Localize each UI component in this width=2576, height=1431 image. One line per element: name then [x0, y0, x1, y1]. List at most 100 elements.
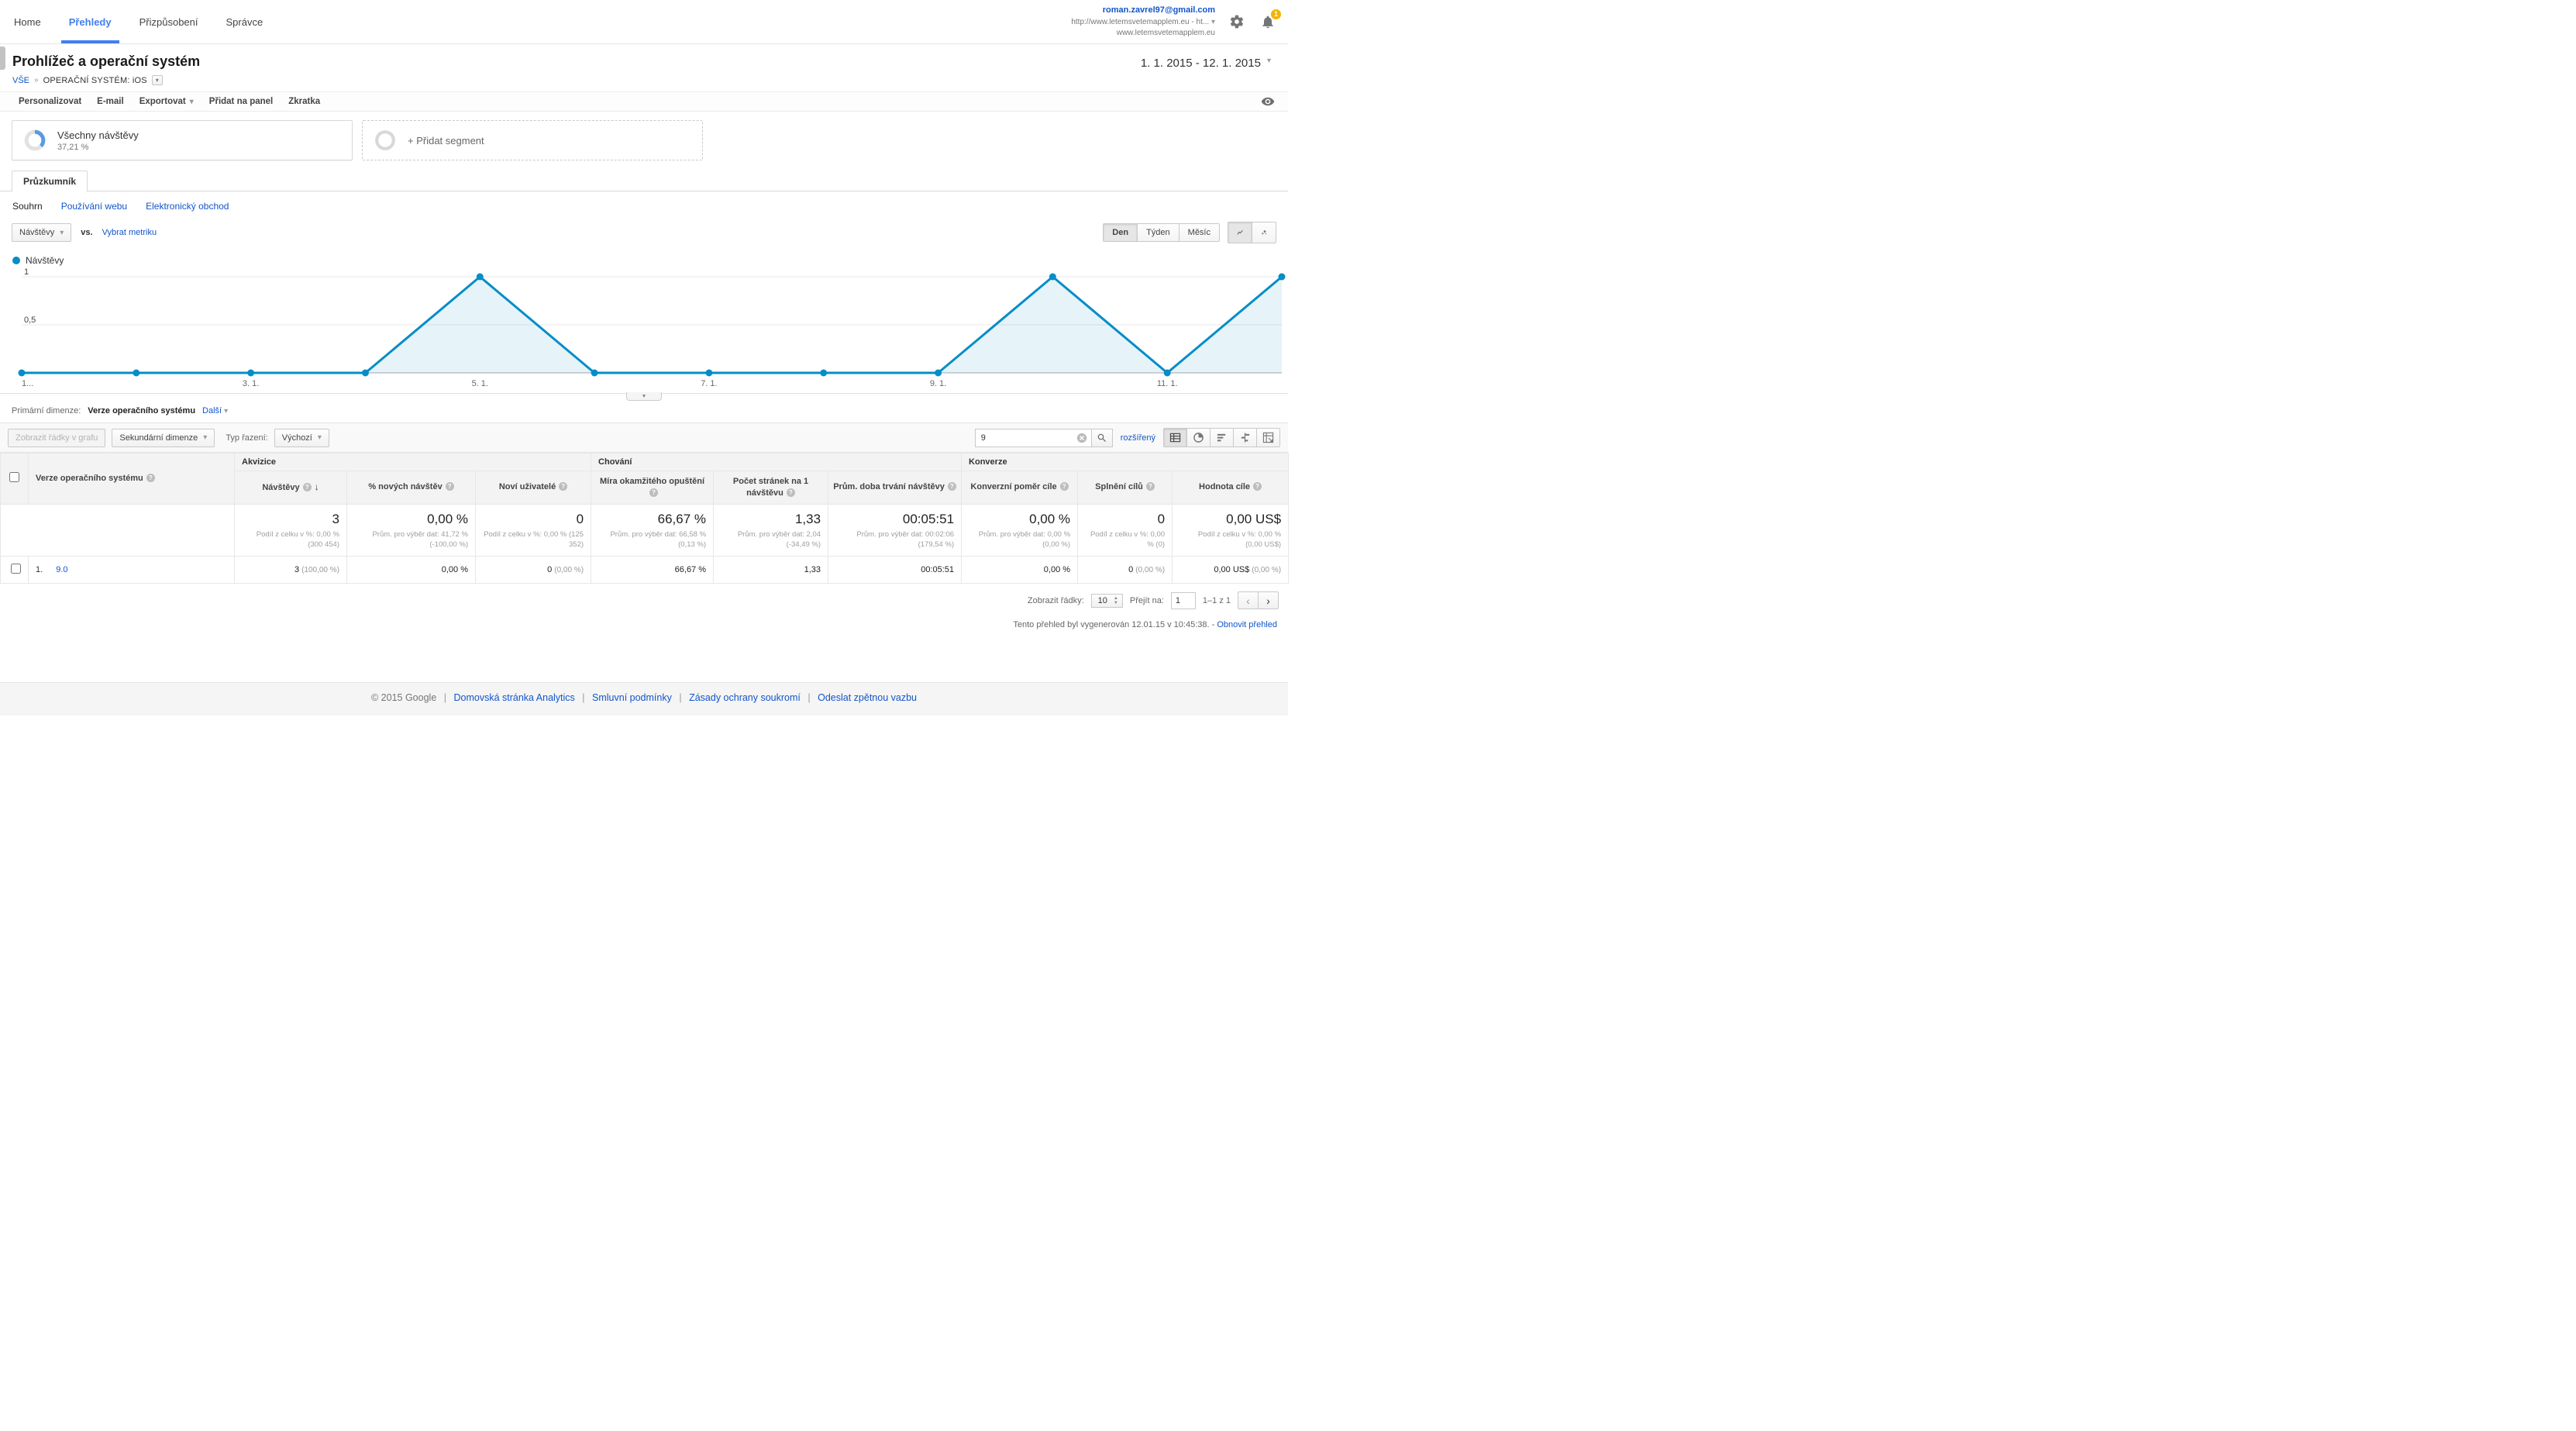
intelligence-button[interactable]	[1259, 92, 1277, 111]
chart-collapse-handle[interactable]: ▼	[626, 392, 662, 401]
footer-link-analytics-home[interactable]: Domovská stránka Analytics	[454, 692, 575, 703]
granularity-month[interactable]: Měsíc	[1178, 223, 1220, 242]
goto-page-label: Přejít na:	[1129, 595, 1164, 605]
row-checkbox[interactable]	[11, 564, 21, 574]
previous-page-button[interactable]: ‹	[1238, 591, 1259, 610]
refresh-report-link[interactable]: Obnovit přehled	[1217, 620, 1277, 629]
footer-link-feedback[interactable]: Odeslat zpětnou vazbu	[818, 692, 917, 703]
breadcrumb-all-link[interactable]: VŠE	[12, 76, 29, 85]
rows-per-page-label: Zobrazit řádky:	[1027, 595, 1084, 605]
add-segment-button[interactable]: + Přidat segment	[362, 120, 703, 160]
performance-view-button[interactable]	[1210, 428, 1234, 447]
goto-page-input[interactable]	[1170, 591, 1196, 609]
email-button[interactable]: E-mail	[89, 97, 132, 106]
segment-dropdown-button[interactable]: ▾	[151, 75, 163, 85]
chart-point[interactable]	[361, 369, 369, 377]
column-header-bounce-rate[interactable]: Míra okamžitého opuštění?	[591, 471, 715, 505]
clear-search-icon[interactable]	[1076, 433, 1087, 443]
select-metric-link[interactable]: Vybrat metriku	[102, 228, 157, 237]
export-button[interactable]: Exportovat ▾	[132, 97, 201, 106]
help-icon[interactable]: ?	[1059, 482, 1069, 491]
help-icon[interactable]: ?	[445, 482, 454, 491]
motion-chart-view-button[interactable]	[1252, 222, 1276, 243]
metric-dropdown[interactable]: Návštěvy ▾	[12, 223, 72, 242]
search-button[interactable]	[1090, 428, 1113, 447]
rows-per-page-select[interactable]: 10 ▲ ▼	[1090, 593, 1123, 608]
sidebar-collapse-handle[interactable]	[0, 47, 5, 70]
nav-reporting[interactable]: Přehledy	[55, 0, 126, 43]
pivot-view-button[interactable]	[1256, 428, 1280, 447]
segments-bar: Všechny návštěvy 37,21 % + Přidat segmen…	[0, 112, 1288, 171]
subtab-site-usage[interactable]: Používání webu	[61, 201, 127, 212]
plot-rows-button[interactable]: Zobrazit řádky v grafu	[8, 428, 106, 447]
tab-explorer-label: Průzkumník	[23, 176, 77, 187]
chart-point[interactable]	[133, 369, 140, 377]
next-page-button[interactable]: ›	[1258, 591, 1279, 610]
sort-descending-icon[interactable]: ↓	[315, 481, 319, 492]
column-label: Hodnota cíle	[1199, 482, 1251, 492]
notifications-button[interactable]: 1	[1259, 9, 1281, 31]
chart-point[interactable]	[705, 369, 713, 377]
advanced-search-link[interactable]: rozšířený	[1121, 433, 1155, 443]
column-header-pages-per-visit[interactable]: Počet stránek na 1 návštěvu?	[713, 471, 829, 505]
sort-type-dropdown[interactable]: Výchozí ▾	[274, 428, 329, 447]
shortcut-button[interactable]: Zkratka	[281, 97, 328, 106]
help-icon[interactable]: ?	[302, 483, 312, 492]
chart-point[interactable]	[820, 369, 828, 377]
column-header-conversion-rate[interactable]: Konverzní poměr cíle?	[961, 471, 1079, 505]
subtab-summary[interactable]: Souhrn	[12, 201, 43, 212]
help-icon[interactable]: ?	[146, 474, 155, 483]
report-generated-line: Tento přehled byl vygenerován 12.01.15 v…	[0, 617, 1288, 636]
table-view-button[interactable]	[1163, 428, 1187, 447]
chart-point[interactable]	[1049, 273, 1056, 281]
select-all-checkbox[interactable]	[9, 472, 19, 483]
chart-point[interactable]	[247, 369, 255, 377]
tab-explorer[interactable]: Průzkumník	[12, 171, 88, 191]
dimension-more-link[interactable]: Další ▾	[202, 406, 228, 416]
settings-button[interactable]	[1228, 12, 1246, 31]
account-info[interactable]: roman.zavrel97@gmail.com http://www.lete…	[1071, 5, 1215, 38]
secondary-dimension-button[interactable]: Sekundární dimenze ▾	[112, 428, 215, 447]
add-to-dashboard-button[interactable]: Přidat na panel	[201, 97, 281, 106]
help-icon[interactable]: ?	[1145, 482, 1155, 491]
nav-customization[interactable]: Přizpůsobení	[126, 0, 212, 43]
chart-point[interactable]	[18, 369, 26, 377]
footer-link-terms[interactable]: Smluvní podmínky	[592, 692, 672, 703]
dimension-column-header[interactable]: Verze operačního systému?	[28, 453, 235, 505]
subtab-ecommerce[interactable]: Elektronický obchod	[146, 201, 229, 212]
chart-point[interactable]	[935, 369, 942, 377]
column-header-new-users[interactable]: Noví uživatelé?	[474, 471, 592, 505]
granularity-day[interactable]: Den	[1103, 223, 1138, 242]
chart-point[interactable]	[1278, 273, 1286, 281]
chart-point[interactable]	[1163, 369, 1171, 377]
column-header-avg-duration[interactable]: Prům. doba trvání návštěvy?	[828, 471, 963, 505]
column-header-new-visits[interactable]: % nových návštěv?	[346, 471, 476, 505]
breadcrumb: VŠE » OPERAČNÍ SYSTÉM: iOS ▾	[12, 75, 200, 85]
help-icon[interactable]: ?	[947, 482, 956, 491]
date-range-selector[interactable]: 1. 1. 2015 - 12. 1. 2015 ▾	[1136, 53, 1276, 85]
line-chart-view-button[interactable]	[1228, 222, 1252, 243]
account-email[interactable]: roman.zavrel97@gmail.com	[1071, 5, 1215, 16]
dimension-os-version[interactable]: Verze operačního systému	[88, 406, 195, 416]
footer-link-privacy[interactable]: Zásady ochrany soukromí	[689, 692, 801, 703]
comparison-view-button[interactable]	[1233, 428, 1257, 447]
percentage-view-button[interactable]	[1186, 428, 1211, 447]
column-header-goal-value[interactable]: Hodnota cíle?	[1172, 471, 1290, 505]
help-icon[interactable]: ?	[786, 488, 795, 497]
segment-all-visits[interactable]: Všechny návštěvy 37,21 %	[12, 120, 353, 160]
chart-point[interactable]	[476, 273, 484, 281]
chevron-down-icon: ▾	[1266, 57, 1271, 65]
customize-button[interactable]: Personalizovat	[11, 97, 89, 106]
help-icon[interactable]: ?	[649, 488, 659, 497]
chart-area[interactable]: 1 0,5 1... 3. 1. 5. 1. 7. 1. 9. 1. 11. 1.	[18, 267, 1286, 393]
search-input[interactable]	[974, 428, 1091, 447]
row-dimension-link[interactable]: 9.0	[56, 565, 67, 574]
column-header-visits[interactable]: Návštěvy? ↓	[234, 471, 347, 505]
column-header-goal-completions[interactable]: Splnění cílů?	[1077, 471, 1173, 505]
nav-admin[interactable]: Správce	[212, 0, 277, 43]
help-icon[interactable]: ?	[1253, 482, 1262, 491]
granularity-week[interactable]: Týden	[1137, 223, 1180, 242]
chart-point[interactable]	[591, 369, 598, 377]
help-icon[interactable]: ?	[559, 482, 568, 491]
nav-home[interactable]: Home	[0, 0, 55, 43]
